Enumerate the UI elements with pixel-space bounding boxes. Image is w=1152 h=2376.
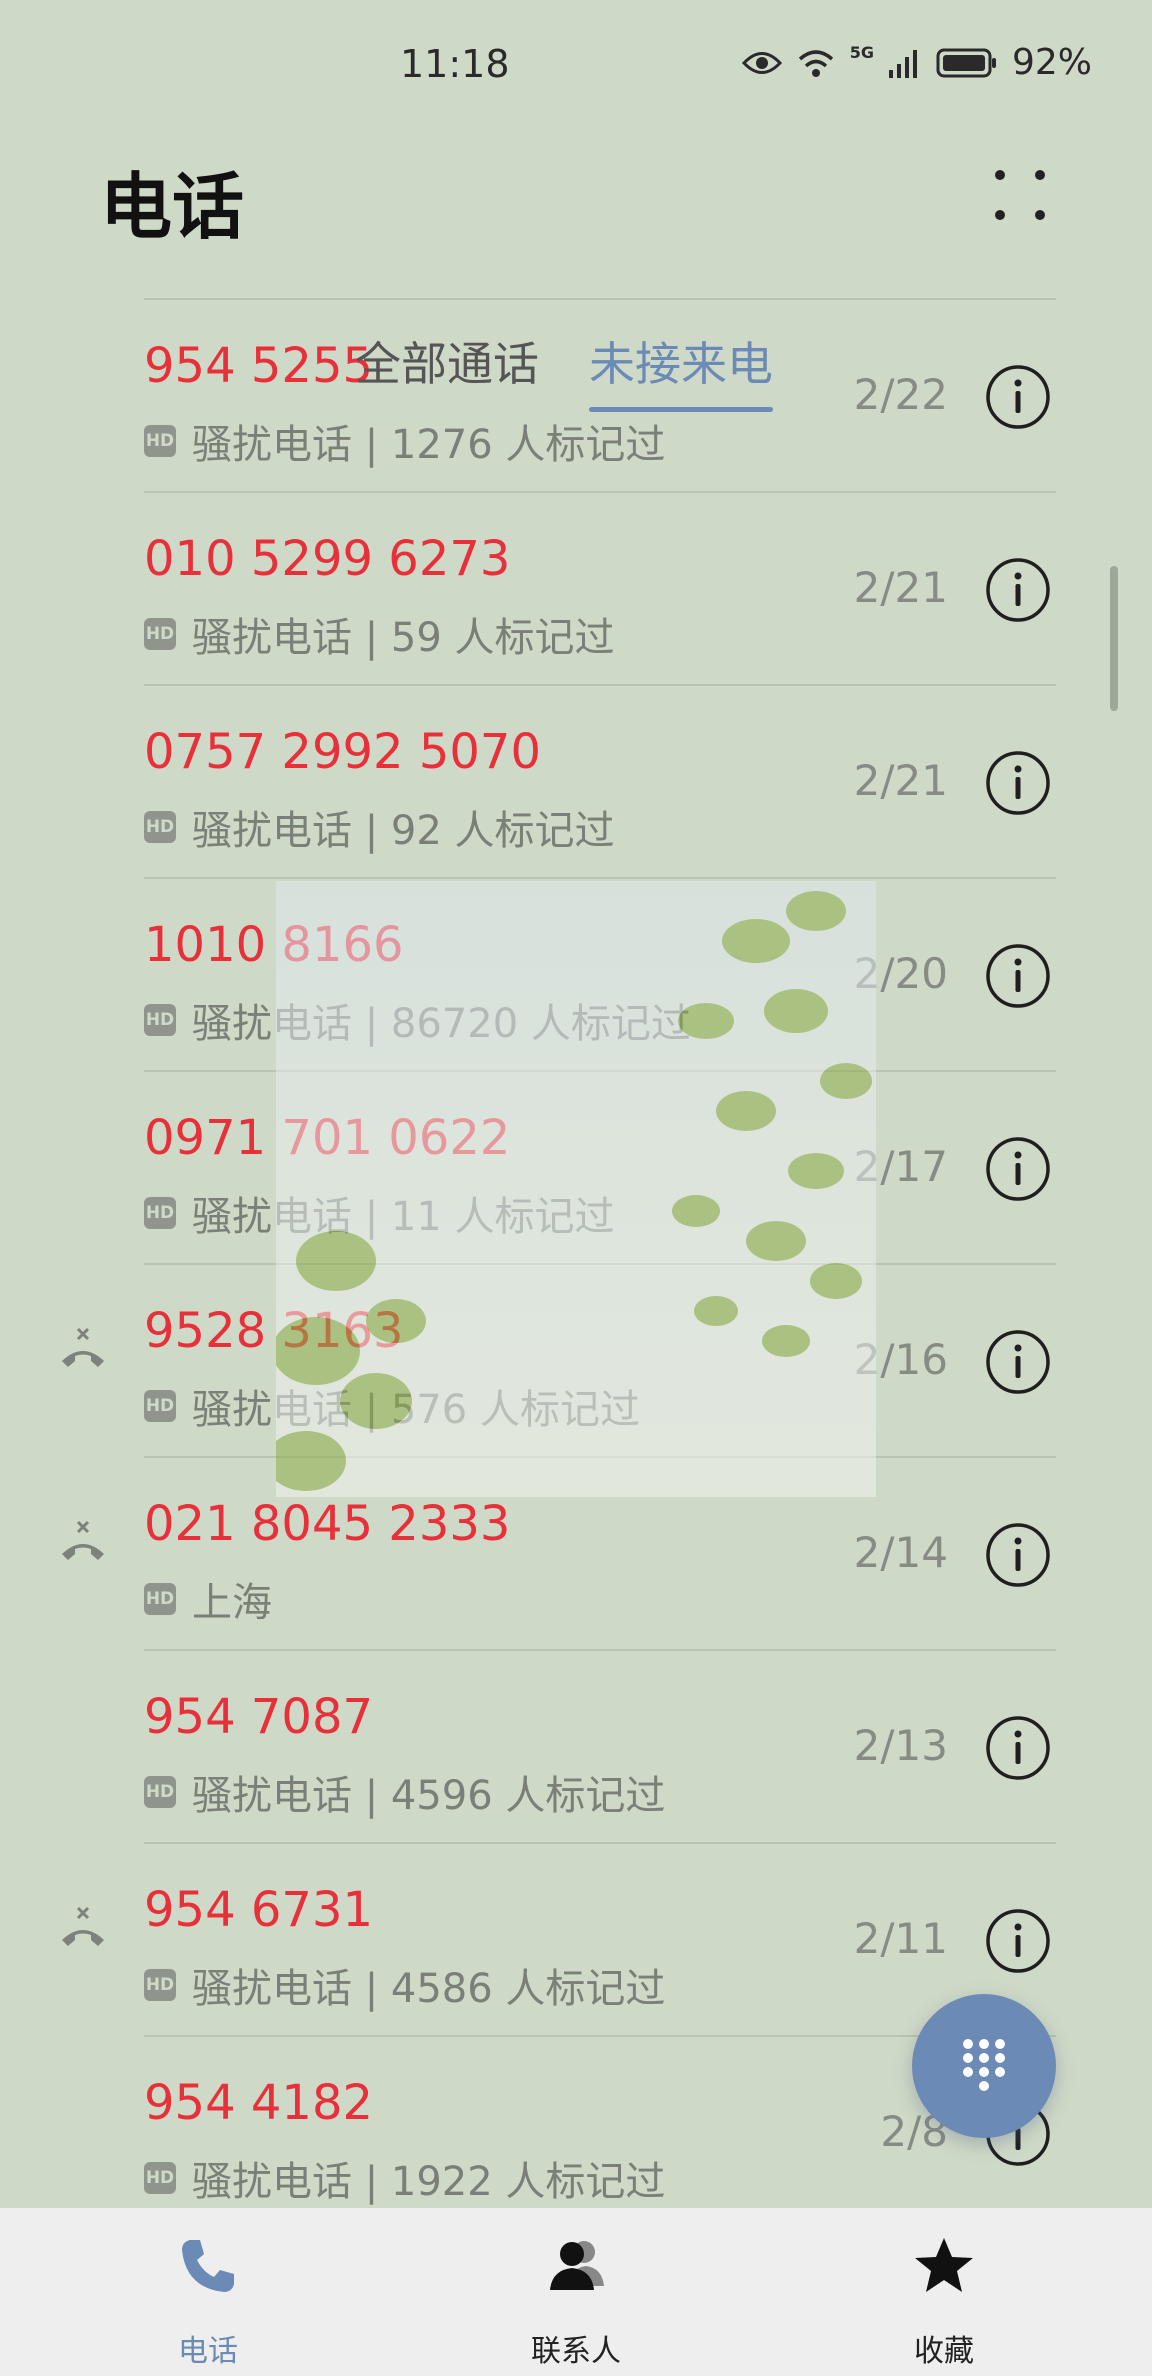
- hd-badge: HD: [144, 1390, 176, 1422]
- call-date: 2/21: [853, 563, 948, 612]
- eye-icon: [741, 51, 782, 74]
- hd-badge: HD: [144, 2162, 176, 2194]
- hd-badge: HD: [144, 1197, 176, 1229]
- hd-badge: HD: [144, 1583, 176, 1615]
- call-detail-text: 骚扰电话 | 1276 人标记过: [192, 422, 666, 468]
- call-detail: HD 骚扰电话 | 59 人标记过: [144, 605, 615, 663]
- info-icon[interactable]: [985, 1329, 1051, 1395]
- call-detail: HD 骚扰电话 | 92 人标记过: [144, 798, 615, 856]
- battery-percent: 92%: [1011, 42, 1092, 83]
- missed-call-icon: [62, 1906, 104, 1946]
- info-icon[interactable]: [985, 1715, 1051, 1781]
- call-number: 0757 2992 5070: [144, 724, 541, 780]
- more-dots-icon: [995, 170, 1045, 220]
- info-icon[interactable]: [985, 943, 1051, 1009]
- call-row[interactable]: 0757 2992 5070 HD 骚扰电话 | 92 人标记过 2/21: [0, 686, 1152, 879]
- info-icon[interactable]: [985, 750, 1051, 816]
- missed-call-icon: [62, 1520, 104, 1560]
- call-detail: HD 骚扰电话 | 4596 人标记过: [144, 1763, 665, 1821]
- call-number: 021 8045 2333: [144, 1496, 511, 1552]
- call-detail-text: 上海: [192, 1580, 272, 1626]
- page-title: 电话: [100, 165, 245, 249]
- nav-item-favorites[interactable]: 收藏: [844, 2208, 1044, 2376]
- call-detail-text: 骚扰电话 | 92 人标记过: [192, 808, 615, 854]
- nav-label-contacts: 联系人: [531, 2334, 621, 2369]
- call-date: 2/21: [853, 756, 948, 805]
- status-icons: 5G 92%: [741, 42, 1092, 83]
- nav-item-phone[interactable]: 电话: [108, 2208, 308, 2376]
- status-bar: 11:18 5G 92%: [0, 0, 1152, 130]
- status-time: 11:18: [400, 42, 510, 86]
- hd-badge: HD: [144, 811, 176, 843]
- nav-label-phone: 电话: [178, 2334, 238, 2369]
- sky-leaves-photo: [276, 881, 876, 1497]
- call-number: 954 6731: [144, 1882, 374, 1938]
- call-detail-text: 骚扰电话 | 4596 人标记过: [192, 1773, 666, 1819]
- call-detail-text: 骚扰电话 | 59 人标记过: [192, 615, 615, 661]
- call-detail: HD 骚扰电话 | 1276 人标记过: [144, 412, 665, 470]
- info-icon[interactable]: [985, 1522, 1051, 1588]
- call-detail-text: 骚扰电话 | 4586 人标记过: [192, 1966, 666, 2012]
- nav-item-contacts[interactable]: 联系人: [476, 2208, 676, 2376]
- hd-badge: HD: [144, 1004, 176, 1036]
- call-number: 954 4182: [144, 2075, 374, 2131]
- call-date: 2/11: [853, 1914, 948, 1963]
- hd-badge: HD: [144, 1969, 176, 2001]
- hd-badge: HD: [144, 1776, 176, 1808]
- call-row[interactable]: 010 5299 6273 HD 骚扰电话 | 59 人标记过 2/21: [0, 493, 1152, 686]
- info-icon[interactable]: [985, 1908, 1051, 1974]
- signal-icon: [888, 49, 917, 78]
- tab-all-calls[interactable]: 全部通话: [355, 328, 539, 394]
- call-number: 954 5255: [144, 338, 374, 394]
- call-detail: HD 骚扰电话 | 1922 人标记过: [144, 2149, 665, 2207]
- info-icon[interactable]: [985, 1136, 1051, 1202]
- wifi-icon: [798, 49, 833, 77]
- hd-badge: HD: [144, 618, 176, 650]
- more-button[interactable]: [980, 155, 1060, 235]
- missed-call-icon: [62, 1327, 104, 1367]
- info-icon[interactable]: [985, 557, 1051, 623]
- network-type: 5G: [849, 43, 874, 62]
- call-row[interactable]: 954 7087 HD 骚扰电话 | 4596 人标记过 2/13: [0, 1651, 1152, 1844]
- call-date: 2/14: [853, 1528, 948, 1577]
- call-detail: HD 骚扰电话 | 4586 人标记过: [144, 1956, 665, 2014]
- bottom-nav: 电话 联系人 收藏: [0, 2208, 1152, 2376]
- nav-label-favorites: 收藏: [914, 2334, 974, 2369]
- info-icon[interactable]: [985, 364, 1051, 430]
- call-date: 2/13: [853, 1721, 948, 1770]
- call-filter-tabs: 全部通话 未接来电: [355, 328, 773, 412]
- tab-missed-calls[interactable]: 未接来电: [589, 328, 773, 412]
- star-icon: [915, 2238, 973, 2292]
- call-number: 954 7087: [144, 1689, 374, 1745]
- call-number: 010 5299 6273: [144, 531, 511, 587]
- phone-icon: [182, 2240, 234, 2292]
- battery-icon: [936, 48, 996, 77]
- scrollbar[interactable]: [1110, 566, 1118, 711]
- call-detail-text: 骚扰电话 | 1922 人标记过: [192, 2159, 666, 2205]
- contacts-icon: [550, 2241, 604, 2290]
- hd-badge: HD: [144, 425, 176, 457]
- dialpad-icon: [963, 2039, 1005, 2091]
- dialpad-button[interactable]: [912, 1994, 1056, 2138]
- call-detail: HD 上海: [144, 1570, 272, 1628]
- call-date: 2/22: [853, 370, 948, 419]
